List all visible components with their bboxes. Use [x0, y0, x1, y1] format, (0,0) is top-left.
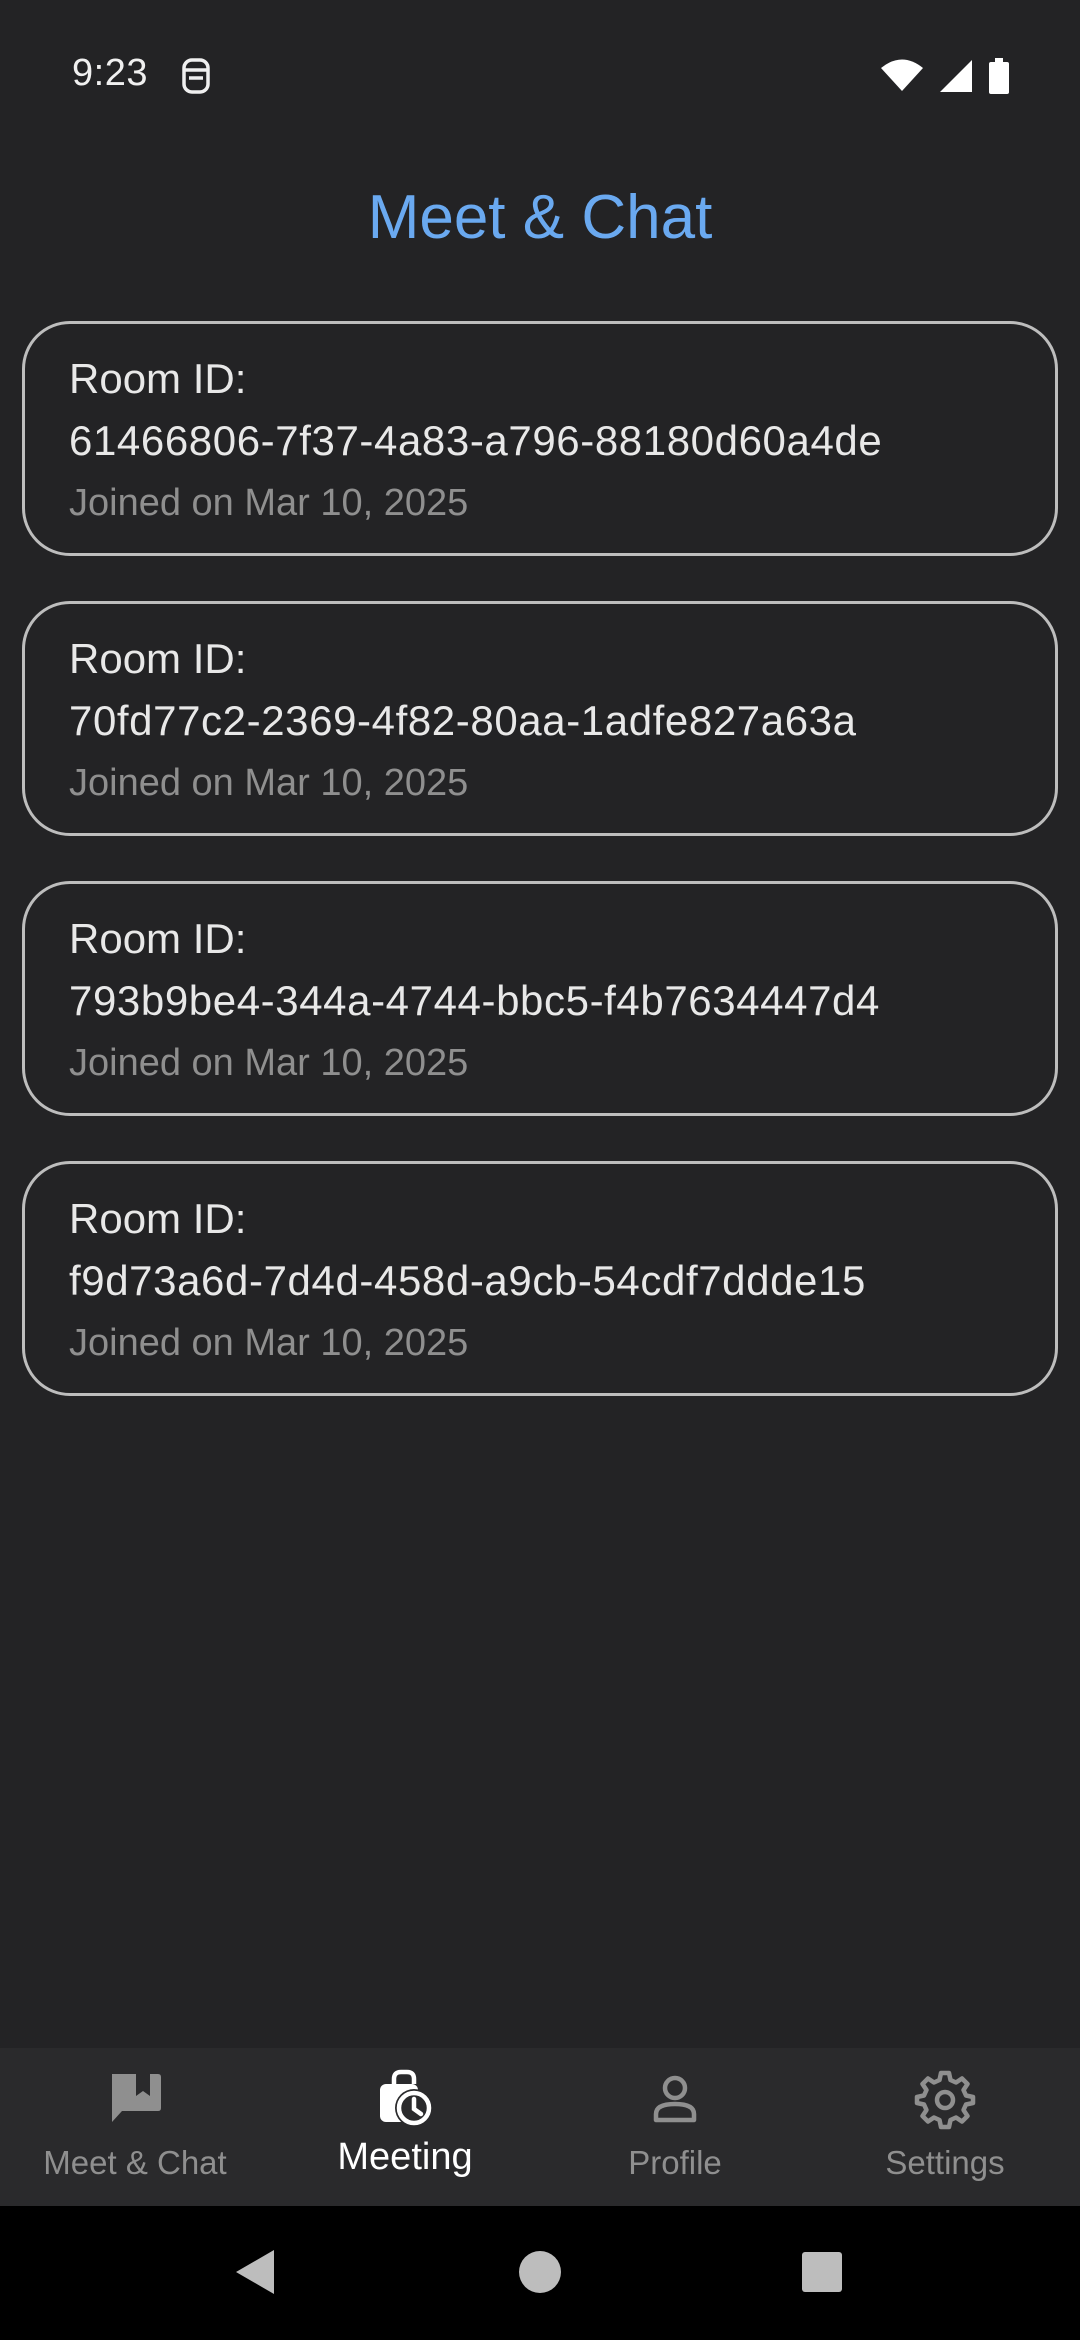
room-joined-date: Joined on Mar 10, 2025: [69, 482, 469, 524]
wifi-icon: [881, 59, 923, 91]
room-id: f9d73a6d-7d4d-458d-a9cb-54cdf7ddde15: [69, 1257, 866, 1304]
person-icon: [653, 2075, 697, 2123]
gear-icon: [914, 2070, 976, 2130]
nav-label: Settings: [885, 2144, 1005, 2181]
nav-label: Profile: [628, 2144, 722, 2181]
room-card[interactable]: Room ID: 61466806-7f37-4a83-a796-88180d6…: [22, 321, 1058, 556]
room-id: 61466806-7f37-4a83-a796-88180d60a4de: [69, 417, 883, 464]
home-icon[interactable]: [518, 2248, 562, 2296]
status-time: 9:23: [72, 52, 148, 94]
room-joined-date: Joined on Mar 10, 2025: [69, 1322, 469, 1364]
notification-icon: [182, 58, 210, 94]
page-title: Meet & Chat: [367, 183, 713, 252]
room-label: Room ID:: [69, 355, 247, 402]
room-joined-date: Joined on Mar 10, 2025: [69, 1042, 469, 1084]
meeting-clock-icon: [380, 2069, 433, 2127]
nav-item-meeting[interactable]: Meeting: [270, 2048, 540, 2206]
nav-item-meet-chat[interactable]: Meet & Chat: [0, 2048, 270, 2206]
room-joined-date: Joined on Mar 10, 2025: [69, 762, 469, 804]
status-bar: 9:23: [0, 0, 1080, 150]
room-label: Room ID:: [69, 635, 247, 682]
app-screen: 9:23 Meet & Chat Room ID: 61466806-7f37-…: [0, 0, 1080, 2340]
signal-icon: [940, 60, 972, 92]
room-card[interactable]: Room ID: f9d73a6d-7d4d-458d-a9cb-54cdf7d…: [22, 1161, 1058, 1396]
back-icon[interactable]: [234, 2248, 276, 2296]
bottom-navigation: Meet & Chat Meeting Profile Settings: [0, 2048, 1080, 2206]
chat-bookmark-icon: [112, 2074, 161, 2122]
status-icons: [880, 56, 1010, 96]
recents-icon[interactable]: [800, 2248, 844, 2296]
room-label: Room ID:: [69, 915, 247, 962]
nav-label: Meeting: [337, 2136, 473, 2178]
nav-item-profile[interactable]: Profile: [540, 2048, 810, 2206]
room-id: 793b9be4-344a-4744-bbc5-f4b7634447d4: [69, 977, 880, 1024]
nav-item-settings[interactable]: Settings: [810, 2048, 1080, 2206]
battery-icon: [989, 58, 1009, 94]
system-navigation-bar: [0, 2206, 1080, 2340]
room-label: Room ID:: [69, 1195, 247, 1242]
room-card[interactable]: Room ID: 793b9be4-344a-4744-bbc5-f4b7634…: [22, 881, 1058, 1116]
room-card[interactable]: Room ID: 70fd77c2-2369-4f82-80aa-1adfe82…: [22, 601, 1058, 836]
nav-label: Meet & Chat: [43, 2144, 227, 2181]
room-id: 70fd77c2-2369-4f82-80aa-1adfe827a63a: [69, 697, 857, 744]
room-list: Room ID: 61466806-7f37-4a83-a796-88180d6…: [22, 321, 1058, 1441]
